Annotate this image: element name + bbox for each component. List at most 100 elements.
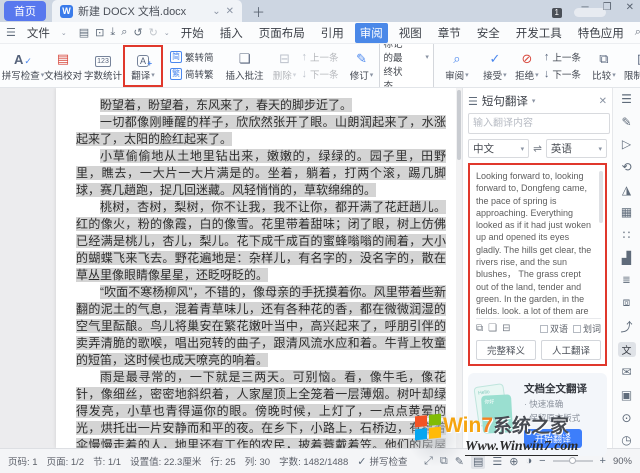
image-icon[interactable]: ▣ [618, 387, 636, 403]
markup-state-select[interactable]: 显示标记的最终状态▾ [379, 44, 434, 88]
maximize-icon[interactable]: ❐ [603, 2, 612, 13]
review-mode-button[interactable]: ⌕ 审阅▾ [442, 46, 472, 86]
panel-menu-icon[interactable]: ☰ [468, 95, 478, 108]
document-tab[interactable]: W 新建 DOCX 文档.docx ⌄ ✕ [52, 0, 242, 22]
tab-references[interactable]: 引用 [316, 23, 349, 43]
new-tab-button[interactable]: ＋ [252, 2, 265, 21]
tab-review[interactable]: 审阅 [355, 23, 388, 43]
settings-sliders-icon[interactable]: ≣ [618, 272, 636, 288]
prev-change-button[interactable]: ↑上一条 [544, 50, 581, 64]
result-scrollbar[interactable] [599, 171, 603, 223]
full-definition-button[interactable]: 完整释义 [476, 340, 536, 360]
document-page[interactable]: 盼望着，盼望着，东风来了，春天的脚步近了。 一切都像刚睡醒的样子，欣欣然张开了眼… [56, 88, 462, 448]
shapes-icon[interactable]: ◮ [618, 182, 636, 198]
zoom-out-icon[interactable]: − [539, 455, 545, 467]
simp-to-trad-button[interactable]: 繁简转繁 [170, 67, 214, 81]
zoom-level[interactable]: 90% [613, 456, 632, 467]
tab-session-icon[interactable]: ⌄ [212, 6, 220, 17]
proofread-button[interactable]: ▤ 文档校对 [44, 46, 82, 86]
status-spell-check[interactable]: ✓ 拼写检查 [357, 454, 407, 468]
fullscreen-icon[interactable]: ⤢ [424, 455, 433, 468]
back-icon[interactable]: ⊙ [618, 410, 636, 426]
eye-protect-icon[interactable]: ◑ [525, 455, 532, 467]
track-changes-button[interactable]: ✎ 修订▾ [347, 46, 377, 86]
bilingual-checkbox[interactable]: 双语 [540, 322, 568, 335]
zoom-slider[interactable] [553, 460, 593, 462]
translate-rail-icon[interactable]: 文 [618, 342, 636, 358]
export-icon[interactable]: ⤓ [110, 26, 115, 39]
doc-paragraph[interactable]: 桃树，杏树，梨树，你不让我，我不让你，都开满了花赶趟儿。红的像火，粉的像霞，白的… [76, 199, 446, 284]
tab-close-icon[interactable]: ✕ [226, 6, 234, 17]
reject-button[interactable]: ⊘ 拒绝▾ [512, 46, 542, 86]
spell-check-button[interactable]: A✓ 拼写检查▾ [4, 46, 42, 86]
print-icon[interactable]: ⊡ [95, 26, 104, 39]
word-select-checkbox[interactable]: 划词 [573, 322, 601, 335]
save-icon[interactable]: ▤ [79, 26, 89, 39]
copy-icon[interactable]: ⧉ [476, 323, 483, 334]
target-language-select[interactable]: 英语▾ [546, 139, 607, 158]
tab-special-apps[interactable]: 特色应用 [573, 23, 629, 43]
zoom-slider-knob[interactable] [569, 457, 576, 464]
cursor-icon[interactable]: ▷ [618, 136, 636, 152]
accept-button[interactable]: ✓ 接受▾ [480, 46, 510, 86]
prev-comment-button[interactable]: ↑上一条 [302, 50, 339, 64]
start-translate-button[interactable]: 开始翻译 [524, 429, 582, 448]
delete-comment-button[interactable]: ⊟ 删除▾ [270, 46, 300, 86]
zoom-in-icon[interactable]: + [600, 455, 606, 467]
redo-icon[interactable]: ↻ [149, 26, 158, 39]
delete-result-icon[interactable]: ⊟ [502, 323, 510, 334]
restrict-edit-button[interactable]: ▥ 限制编辑 [621, 46, 640, 86]
status-word-count[interactable]: 字数: 1482/1488 [279, 454, 348, 468]
tab-view[interactable]: 视图 [394, 23, 427, 43]
quickbar-caret-icon[interactable]: ⌄ [164, 29, 170, 37]
tab-page-layout[interactable]: 页面布局 [254, 23, 310, 43]
tab-security[interactable]: 安全 [472, 23, 505, 43]
doc-paragraph[interactable]: 小草偷偷地从土地里钻出来，嫩嫩的，绿绿的。园子里，田野里，瞧去，一大片一大片满是… [76, 148, 446, 199]
extract-image-icon[interactable]: ⧈ [618, 295, 636, 311]
doc-paragraph[interactable]: “吹面不寒杨柳风”，不错的，像母亲的手抚摸着你。风里带着些新翻的泥土的气息，混着… [76, 284, 446, 369]
doc-paragraph[interactable]: 雨是最寻常的，一下就是三两天。可别恼。看，像牛毛，像花针，像细丝，密密地斜织着，… [76, 369, 446, 448]
undo-icon[interactable]: ↺ [133, 26, 142, 39]
pen-icon[interactable]: ✎ [618, 114, 636, 130]
outline-view-icon[interactable]: ☰ [492, 455, 502, 468]
close-window-icon[interactable]: ✕ [626, 2, 634, 13]
file-menu[interactable]: 文件 [22, 23, 55, 43]
doc-paragraph[interactable]: 盼望着，盼望着，东风来了，春天的脚步近了。 [76, 97, 446, 114]
panel-close-icon[interactable]: ✕ [599, 96, 607, 107]
tab-home[interactable]: 开始 [176, 23, 209, 43]
swap-languages-icon[interactable]: ⇌ [533, 143, 542, 155]
mail-icon[interactable]: ✉ [618, 364, 636, 380]
history-icon[interactable]: ◷ [618, 432, 636, 448]
scrollbar-thumb[interactable] [457, 90, 461, 160]
insert-comment-button[interactable]: ❏ 插入批注 [222, 46, 268, 86]
next-comment-button[interactable]: ↓下一条 [302, 67, 339, 81]
home-tab[interactable]: 首页 [4, 1, 46, 21]
ink-icon[interactable]: ✎ [455, 455, 464, 468]
minimize-icon[interactable]: ─ [582, 2, 589, 13]
insert-to-doc-icon[interactable]: ❏ [488, 323, 497, 334]
tab-section[interactable]: 章节 [433, 23, 466, 43]
tab-dev-tools[interactable]: 开发工具 [511, 23, 567, 43]
read-layout-icon[interactable]: ⧉ [440, 455, 448, 468]
word-count-button[interactable]: 123 字数统计 [84, 46, 122, 86]
document-scrollbar[interactable] [456, 88, 462, 448]
preview-icon[interactable]: ⌕ [121, 26, 127, 39]
chart-icon[interactable]: ▟ [618, 250, 636, 266]
doc-paragraph[interactable]: 一切都像刚睡醒的样子，欣欣然张开了眼。山朗润起来了，水涨起来了，太阳的脸红起来了… [76, 114, 446, 148]
hamburger-icon[interactable]: ☰ [6, 26, 16, 39]
rail-menu-icon[interactable]: ☰ [618, 91, 636, 107]
web-layout-icon[interactable]: ⊕ [509, 455, 518, 468]
compare-button[interactable]: ⧉ 比较▾ [589, 46, 619, 86]
share-icon[interactable]: ⤴ [618, 318, 636, 335]
source-language-select[interactable]: 中文▾ [468, 139, 529, 158]
apps-grid-icon[interactable]: ∷ [618, 227, 636, 243]
human-translate-button[interactable]: 人工翻译 [541, 340, 601, 360]
translate-input[interactable] [468, 113, 610, 134]
rotate-icon[interactable]: ⟲ [618, 159, 636, 175]
translate-button[interactable]: A+ 翻译▾ [124, 46, 162, 86]
panel-title-caret-icon[interactable]: ▾ [532, 97, 536, 105]
trad-to-simp-button[interactable]: 简繁转简 [170, 50, 214, 64]
tab-insert[interactable]: 插入 [215, 23, 248, 43]
table-icon[interactable]: ▦ [618, 204, 636, 220]
translation-result-text[interactable]: Looking forward to, looking forward to, … [476, 170, 601, 314]
